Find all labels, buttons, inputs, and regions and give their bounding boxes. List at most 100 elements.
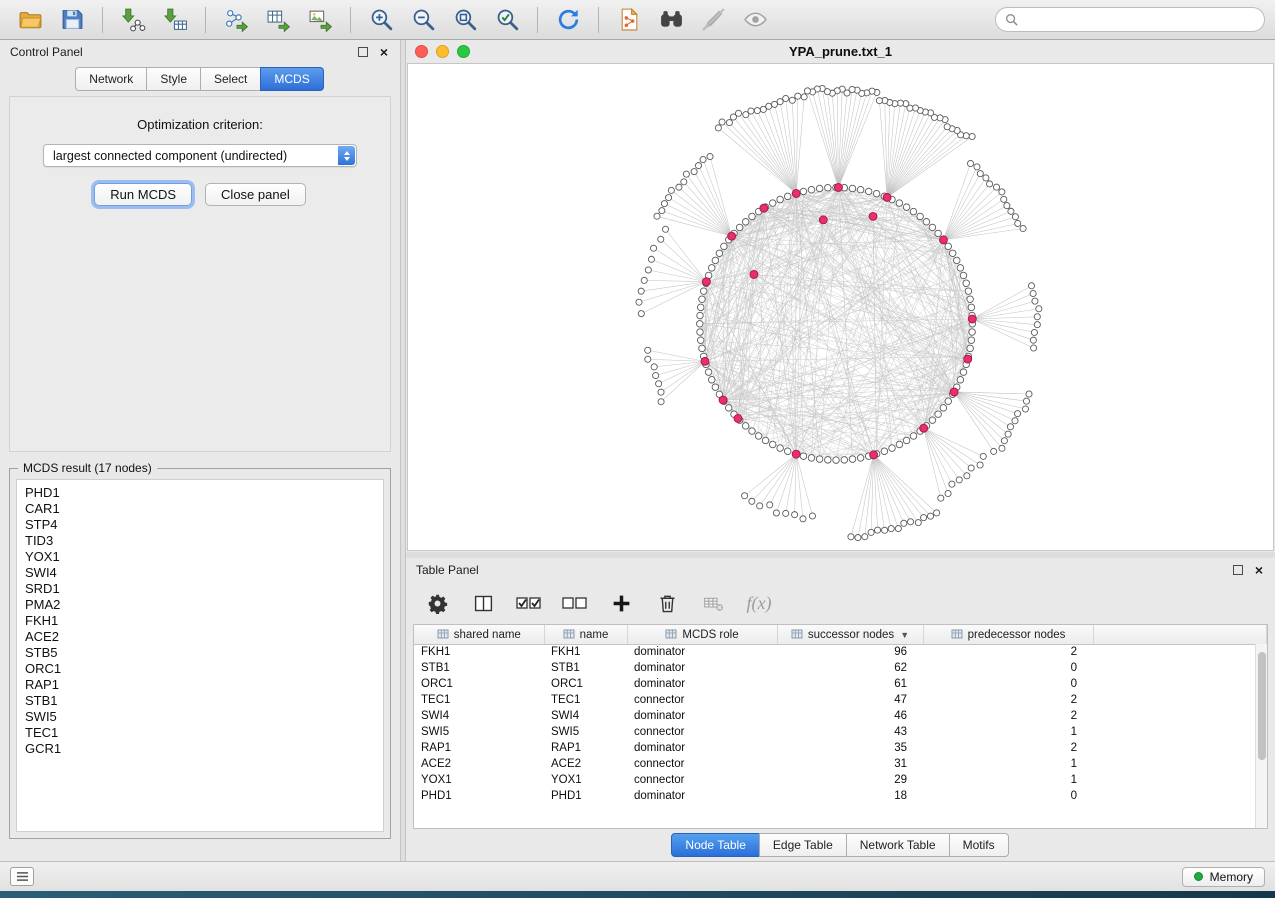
close-mcds-panel-button[interactable]: Close panel (205, 183, 306, 206)
column-header-shared-name[interactable]: shared name (414, 625, 544, 644)
column-type-icon (791, 628, 803, 640)
mcds-result-item[interactable]: STP4 (20, 517, 380, 533)
mcds-result-item[interactable]: ACE2 (20, 629, 380, 645)
import-network-from-file-button[interactable] (113, 5, 153, 35)
table-scrollbar[interactable] (1255, 644, 1267, 828)
import-table-from-file-button[interactable] (155, 5, 195, 35)
mcds-result-item[interactable]: TID3 (20, 533, 380, 549)
tab-edge-table[interactable]: Edge Table (759, 833, 847, 857)
mcds-result-item[interactable]: PHD1 (20, 485, 380, 501)
mcds-result-item[interactable]: STB1 (20, 693, 380, 709)
table-row[interactable]: STB1STB1dominator620 (414, 660, 1267, 676)
mcds-result-item[interactable]: ORC1 (20, 661, 380, 677)
tab-motifs[interactable]: Motifs (949, 833, 1009, 857)
show-all-button[interactable] (735, 5, 775, 35)
cell-name: RAP1 (544, 740, 627, 756)
tab-network[interactable]: Network (75, 67, 147, 91)
table-row[interactable]: SWI4SWI4dominator462 (414, 708, 1267, 724)
cell-mcds_role: connector (627, 756, 777, 772)
tab-network-table[interactable]: Network Table (846, 833, 950, 857)
column-type-icon (665, 628, 677, 640)
maximize-window-button[interactable] (457, 45, 470, 58)
table-row[interactable]: RAP1RAP1dominator352 (414, 740, 1267, 756)
tab-select[interactable]: Select (200, 67, 261, 91)
cell-successor_nodes: 62 (777, 660, 923, 676)
mcds-result-item[interactable]: FKH1 (20, 613, 380, 629)
table-row[interactable]: ORC1ORC1dominator610 (414, 676, 1267, 692)
cell-successor_nodes: 61 (777, 676, 923, 692)
save-session-button[interactable] (52, 5, 92, 35)
optimization-criterion-select[interactable]: largest connected component (undirected) (43, 144, 357, 167)
toolbar-separator (598, 7, 599, 33)
hide-selected-button[interactable] (693, 5, 733, 35)
find-first-neighbors-button[interactable] (651, 5, 691, 35)
table-row[interactable]: YOX1YOX1connector291 (414, 772, 1267, 788)
network-canvas[interactable] (407, 63, 1274, 551)
control-panel: Control Panel × NetworkStyleSelectMCDS O… (0, 40, 400, 861)
column-header-MCDS-role[interactable]: MCDS role (627, 625, 777, 644)
select-all-rows-button[interactable] (516, 590, 542, 616)
mcds-result-item[interactable]: GCR1 (20, 741, 380, 757)
mcds-result-item[interactable]: YOX1 (20, 549, 380, 565)
mcds-result-item[interactable]: SWI4 (20, 565, 380, 581)
status-menu-button[interactable] (10, 867, 34, 886)
zoom-fit-button[interactable] (445, 5, 485, 35)
minimize-window-button[interactable] (436, 45, 449, 58)
search-input[interactable] (1024, 12, 1255, 28)
table-row[interactable]: PHD1PHD1dominator180 (414, 788, 1267, 804)
export-image-button[interactable] (300, 5, 340, 35)
float-table-panel-button[interactable] (1233, 565, 1243, 575)
mcds-result-item[interactable]: RAP1 (20, 677, 380, 693)
close-panel-button[interactable]: × (378, 45, 390, 59)
function-builder-button[interactable]: f(x) (746, 590, 772, 616)
table-panel-titlebar: Table Panel × (406, 558, 1275, 582)
cell-successor_nodes: 46 (777, 708, 923, 724)
export-table-button[interactable] (258, 5, 298, 35)
control-panel-titlebar: Control Panel × (0, 40, 400, 64)
network-search-box[interactable] (995, 7, 1265, 32)
table-row[interactable]: SWI5SWI5connector431 (414, 724, 1267, 740)
table-row[interactable]: FKH1FKH1dominator962 (414, 644, 1267, 660)
table-scrollbar-thumb[interactable] (1258, 652, 1266, 760)
delete-column-button[interactable] (654, 590, 680, 616)
memory-button[interactable]: Memory (1182, 867, 1265, 887)
show-column-panel-button[interactable] (470, 590, 496, 616)
fx-icon: f(x) (747, 593, 772, 614)
table-row[interactable]: ACE2ACE2connector311 (414, 756, 1267, 772)
add-column-button[interactable] (608, 590, 634, 616)
share-document-button[interactable] (609, 5, 649, 35)
run-mcds-button[interactable]: Run MCDS (94, 183, 192, 206)
mcds-result-item[interactable]: PMA2 (20, 597, 380, 613)
cell-shared_name: RAP1 (414, 740, 544, 756)
column-header-successor-nodes[interactable]: successor nodes▼ (777, 625, 923, 644)
criterion-selected-value: largest connected component (undirected) (53, 149, 287, 163)
cell-shared_name: SWI4 (414, 708, 544, 724)
close-table-panel-button[interactable]: × (1253, 563, 1265, 577)
zoom-selected-button[interactable] (487, 5, 527, 35)
tab-style[interactable]: Style (146, 67, 201, 91)
table-settings-button[interactable] (424, 590, 450, 616)
table-row[interactable]: TEC1TEC1connector472 (414, 692, 1267, 708)
tab-mcds[interactable]: MCDS (260, 67, 323, 91)
float-panel-button[interactable] (358, 47, 368, 57)
mcds-result-list[interactable]: PHD1CAR1STP4TID3YOX1SWI4SRD1PMA2FKH1ACE2… (16, 479, 384, 832)
cell-successor_nodes: 43 (777, 724, 923, 740)
export-network-button[interactable] (216, 5, 256, 35)
zoom-out-button[interactable] (403, 5, 443, 35)
mcds-result-item[interactable]: TEC1 (20, 725, 380, 741)
deselect-all-rows-button[interactable] (562, 590, 588, 616)
delete-table-button[interactable] (700, 590, 726, 616)
column-header-name[interactable]: name (544, 625, 627, 644)
cell-filler (1093, 756, 1267, 772)
refresh-view-button[interactable] (548, 5, 588, 35)
tab-node-table[interactable]: Node Table (671, 833, 760, 857)
mcds-result-item[interactable]: SRD1 (20, 581, 380, 597)
zoom-in-button[interactable] (361, 5, 401, 35)
cell-predecessor_nodes: 1 (923, 724, 1093, 740)
close-window-button[interactable] (415, 45, 428, 58)
mcds-result-item[interactable]: CAR1 (20, 501, 380, 517)
column-header-predecessor-nodes[interactable]: predecessor nodes (923, 625, 1093, 644)
open-session-button[interactable] (10, 5, 50, 35)
mcds-result-item[interactable]: SWI5 (20, 709, 380, 725)
mcds-result-item[interactable]: STB5 (20, 645, 380, 661)
